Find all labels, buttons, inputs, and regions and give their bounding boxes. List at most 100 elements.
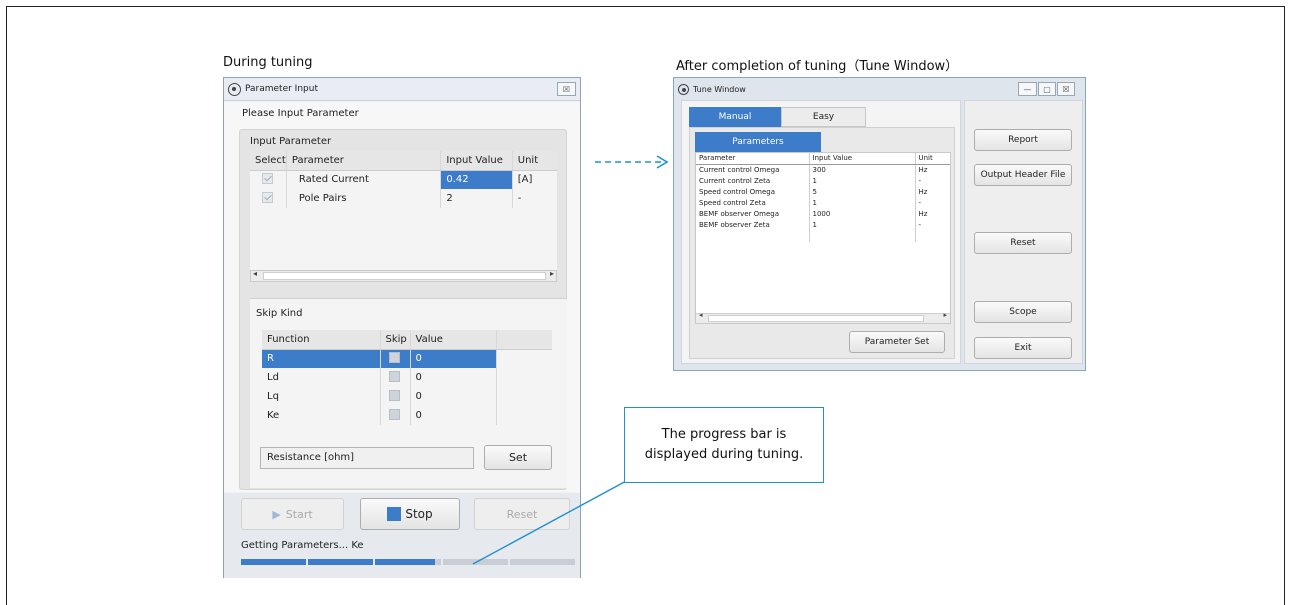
table-row[interactable]: Ld 0: [262, 368, 552, 387]
select-checkbox[interactable]: [262, 172, 273, 184]
tab-easy[interactable]: Easy: [781, 107, 866, 127]
input-value-field[interactable]: 5: [809, 186, 916, 197]
table-row[interactable]: R 0: [262, 349, 552, 368]
parameter-input-body: Please Input Parameter Input Parameter S…: [224, 102, 580, 492]
input-parameter-grid: Select Parameter Input Value Unit Rated …: [250, 151, 557, 282]
input-value-field[interactable]: 300: [809, 164, 916, 175]
function-cell: Ke: [262, 406, 381, 425]
scroll-right-icon[interactable]: ▸: [943, 311, 947, 319]
status-text: Getting Parameters... Ke: [241, 540, 364, 551]
table-row[interactable]: BEMF observer Zeta 1-: [696, 219, 950, 230]
function-cell: R: [262, 349, 381, 368]
parameter-name: BEMF observer Zeta: [696, 219, 810, 230]
report-button[interactable]: Report: [974, 129, 1072, 151]
select-checkbox[interactable]: [262, 191, 273, 203]
scroll-thumb[interactable]: [263, 272, 546, 280]
parameter-name: Pole Pairs: [286, 189, 442, 208]
window-title: Parameter Input: [245, 84, 318, 94]
tab-manual[interactable]: Manual: [689, 107, 781, 127]
col-skip: Skip: [380, 330, 411, 350]
close-button[interactable]: ☒: [1057, 82, 1075, 96]
minimize-button[interactable]: —: [1018, 82, 1037, 96]
skip-checkbox[interactable]: [388, 408, 400, 420]
scope-button[interactable]: Scope: [974, 301, 1072, 323]
parameter-name: Current control Omega: [696, 164, 810, 175]
stop-button[interactable]: Stop: [360, 498, 460, 530]
close-button[interactable]: ☒: [557, 82, 576, 96]
callout-line-2: displayed during tuning.: [644, 447, 804, 462]
title-bar: Parameter Input ☒: [224, 78, 580, 101]
parameter-name: BEMF observer Omega: [696, 208, 810, 219]
figure-frame: [6, 6, 1285, 605]
callout-box: The progress bar is displayed during tun…: [624, 407, 824, 483]
resistance-field: Resistance [ohm]: [260, 447, 474, 469]
maximize-button[interactable]: ▢: [1038, 82, 1056, 96]
unit-cell: -: [918, 176, 922, 185]
unit-cell: -: [918, 198, 922, 207]
tab-parameters[interactable]: Parameters: [695, 132, 821, 152]
value-cell[interactable]: 0: [410, 387, 497, 406]
table-row[interactable]: Speed control Omega 5 Hz: [696, 186, 950, 197]
skip-kind-panel: Skip Kind Function Skip Value R 0 Ld 0 L…: [250, 298, 567, 488]
input-value-field[interactable]: 1: [809, 175, 916, 186]
parameter-name: Speed control Zeta: [696, 197, 810, 208]
scroll-left-icon[interactable]: ◂: [699, 311, 703, 319]
input-parameter-table: Select Parameter Input Value Unit Rated …: [250, 151, 557, 208]
stop-icon: [387, 507, 402, 521]
input-value-field[interactable]: 1000: [809, 208, 916, 219]
col-unit: Unit: [512, 151, 557, 171]
start-button[interactable]: ▶ Start: [241, 498, 344, 530]
input-value-field[interactable]: 1: [809, 197, 916, 208]
value-cell[interactable]: 0: [410, 349, 497, 368]
value-cell[interactable]: 0: [410, 368, 497, 387]
table-row[interactable]: Current control Omega 300 Hz: [696, 164, 950, 175]
horizontal-scrollbar[interactable]: ◂ ▸: [250, 269, 557, 282]
function-cell: Ld: [262, 368, 381, 387]
col-parameter: Parameter: [696, 153, 810, 165]
input-value-field[interactable]: 0.42: [440, 170, 513, 189]
table-row[interactable]: BEMF observer Omega 1000 Hz: [696, 208, 950, 219]
parameters-grid: Parameter Input Value Unit Current contr…: [695, 152, 951, 324]
skip-kind-table: Function Skip Value R 0 Ld 0 Lq 0 Ke 0: [262, 330, 552, 425]
scroll-right-icon[interactable]: ▸: [550, 269, 554, 278]
output-header-file-button[interactable]: Output Header File: [974, 164, 1072, 186]
col-unit: Unit: [915, 153, 950, 165]
table-row[interactable]: Rated Current 0.42 [A]: [250, 170, 557, 189]
table-row[interactable]: Pole Pairs 2 -: [250, 189, 557, 208]
prompt-label: Please Input Parameter: [242, 108, 359, 119]
skip-kind-label: Skip Kind: [256, 308, 303, 319]
unit-cell: Hz: [918, 209, 928, 218]
unit-cell: -: [918, 220, 922, 229]
skip-checkbox[interactable]: [388, 351, 400, 363]
table-row[interactable]: Speed control Zeta 1-: [696, 197, 950, 208]
progress-fill: [375, 559, 435, 565]
function-cell: Lq: [262, 387, 381, 406]
parameter-set-button[interactable]: Parameter Set: [849, 331, 945, 353]
play-icon: ▶: [272, 507, 281, 521]
scroll-thumb[interactable]: [708, 315, 924, 322]
input-parameter-group: Input Parameter Select Parameter Input V…: [239, 129, 567, 490]
col-function: Function: [262, 330, 381, 350]
table-row[interactable]: Current control Zeta 1-: [696, 175, 950, 186]
parameter-name: Rated Current: [286, 170, 442, 189]
input-value-field[interactable]: 1: [809, 219, 916, 230]
gear-icon: [678, 83, 689, 95]
set-button[interactable]: Set: [484, 445, 552, 470]
col-value: Value: [410, 330, 497, 350]
progress-fill: [308, 559, 374, 565]
exit-button[interactable]: Exit: [974, 337, 1072, 359]
parameter-name: Speed control Omega: [696, 186, 810, 197]
value-cell[interactable]: 0: [410, 406, 497, 425]
table-row[interactable]: Ke 0: [262, 406, 552, 425]
scroll-left-icon[interactable]: ◂: [253, 269, 257, 278]
reset-button[interactable]: Reset: [974, 232, 1072, 254]
skip-checkbox[interactable]: [388, 370, 400, 382]
col-select: Select: [250, 151, 287, 171]
unit-cell: -: [517, 193, 522, 204]
table-row[interactable]: Lq 0: [262, 387, 552, 406]
unit-cell: [A]: [517, 174, 533, 186]
skip-checkbox[interactable]: [388, 389, 400, 401]
col-input-value: Input Value: [440, 151, 513, 171]
input-value-field[interactable]: 2: [440, 189, 513, 208]
horizontal-scrollbar[interactable]: ◂ ▸: [696, 311, 950, 323]
